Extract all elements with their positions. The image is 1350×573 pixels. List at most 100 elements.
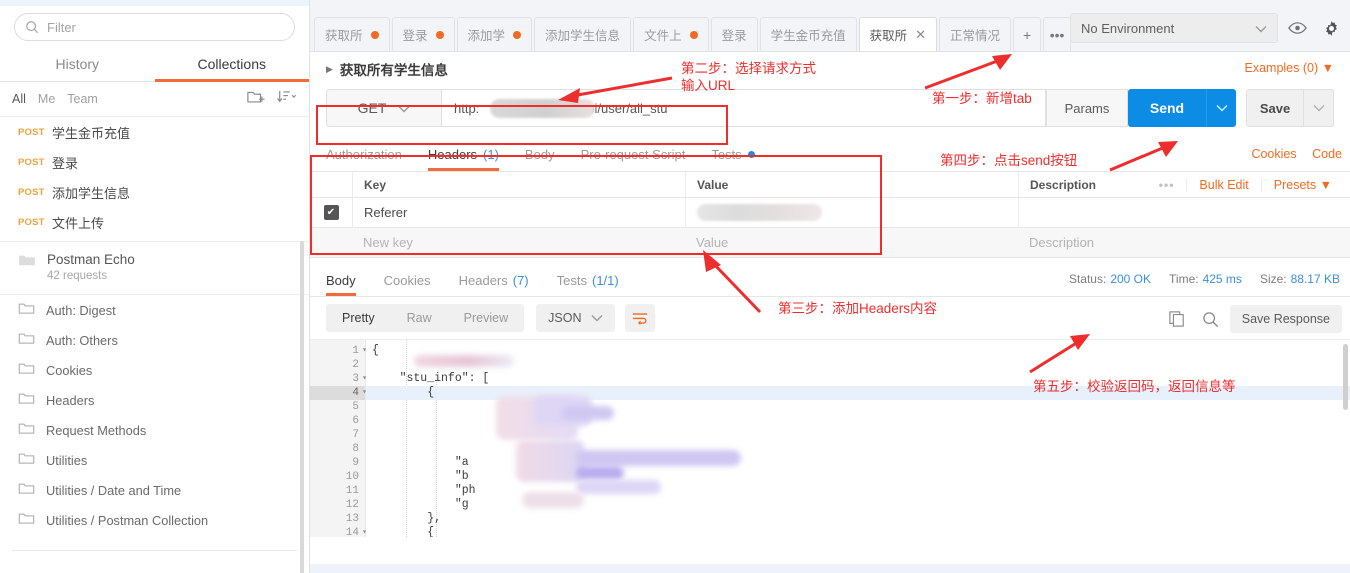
header-description-cell[interactable]: [1018, 197, 1350, 228]
view-mode-preview[interactable]: Preview: [448, 304, 524, 332]
code-link[interactable]: Code: [1312, 147, 1342, 161]
request-section-tabs: Authorization Headers (1) Body Pre-reque…: [310, 138, 1350, 172]
request-tab[interactable]: 添加学生信息: [534, 17, 632, 51]
collection-item-postman-echo[interactable]: Postman Echo 42 requests: [0, 242, 309, 290]
examples-link[interactable]: Examples (0) ▼: [1245, 61, 1335, 75]
filter-area: Filter: [0, 6, 309, 47]
request-tab[interactable]: 学生金币充值: [759, 17, 857, 51]
header-enabled-checkbox[interactable]: ✔: [323, 205, 339, 220]
folder-icon: [18, 301, 35, 320]
request-method: POST: [18, 156, 45, 168]
sidebar-folder-auth-others[interactable]: Auth: Others: [0, 325, 309, 355]
header-key-cell[interactable]: Referer: [352, 197, 685, 228]
tab-pre-request-script[interactable]: Pre-request Script: [581, 138, 686, 171]
params-button[interactable]: Params: [1046, 89, 1128, 127]
tab-label: Cookies: [383, 272, 431, 288]
response-format-select[interactable]: JSON: [536, 304, 616, 332]
cookies-link[interactable]: Cookies: [1251, 147, 1296, 161]
close-icon[interactable]: ✕: [915, 28, 926, 41]
headers-new-row[interactable]: New key Value Description: [310, 228, 1350, 258]
headers-more-icon[interactable]: •••: [1147, 178, 1187, 192]
scope-me[interactable]: Me: [38, 92, 55, 106]
response-tabs: Body Cookies Headers (7) Tests (1/1) Sta…: [310, 264, 1350, 297]
scope-team[interactable]: Team: [67, 92, 98, 106]
sidebar-folder-utilities-date-and-time[interactable]: Utilities / Date and Time: [0, 475, 309, 505]
request-tab[interactable]: 正常情况: [939, 17, 1012, 51]
list-item[interactable]: POST 文件上传: [0, 207, 309, 237]
environment-select[interactable]: No Environment: [1070, 13, 1278, 43]
new-description-input[interactable]: Description: [1018, 235, 1350, 250]
send-button[interactable]: Send: [1128, 89, 1206, 127]
tab-tests[interactable]: Tests: [711, 138, 755, 171]
request-tab[interactable]: 获取所: [314, 17, 390, 51]
request-tab[interactable]: 登录: [710, 17, 758, 51]
sidebar-folder-utilities[interactable]: Utilities: [0, 445, 309, 475]
tab-body[interactable]: Body: [525, 138, 555, 171]
new-tab-button[interactable]: +: [1013, 17, 1042, 51]
response-body-editor[interactable]: 1 ▾ 2 3 ▾ 4 ▾ 5 6 7 8 9 10 11 12 13 14 ▾ {: [310, 339, 1350, 537]
new-key-input[interactable]: New key: [352, 235, 685, 250]
sidebar-folder-auth-digest[interactable]: Auth: Digest: [0, 295, 309, 325]
header-value-cell[interactable]: [685, 197, 1018, 228]
chevron-down-icon: [398, 100, 410, 116]
row-checkbox-cell: ✔: [310, 205, 352, 220]
request-tab[interactable]: 文件上: [633, 17, 709, 51]
tab-headers[interactable]: Headers (1): [427, 138, 499, 171]
new-value-input[interactable]: Value: [685, 235, 1018, 250]
gear-icon[interactable]: [1316, 13, 1346, 43]
sidebar-folder-utilities-postman-collection[interactable]: Utilities / Postman Collection: [0, 505, 309, 535]
sort-icon[interactable]: [277, 89, 297, 109]
send-options-button[interactable]: [1206, 89, 1236, 127]
tab-authorization[interactable]: Authorization: [326, 138, 402, 171]
response-tab-headers[interactable]: Headers (7): [459, 264, 529, 296]
response-tab-tests[interactable]: Tests (1/1): [557, 264, 619, 296]
http-method-select[interactable]: GET: [326, 89, 441, 127]
bulk-edit-link[interactable]: Bulk Edit: [1186, 177, 1260, 192]
line-number-gutter: 1 ▾ 2 3 ▾ 4 ▾ 5 6 7 8 9 10 11 12 13 14 ▾: [310, 340, 367, 537]
sidebar-folder-cookies[interactable]: Cookies: [0, 355, 309, 385]
new-folder-icon[interactable]: [247, 89, 265, 109]
eye-icon[interactable]: [1282, 13, 1312, 43]
sidebar-tabs: History Collections: [0, 47, 309, 82]
sidebar-folder-headers[interactable]: Headers: [0, 385, 309, 415]
tab-more-button[interactable]: •••: [1043, 17, 1072, 51]
tab-history[interactable]: History: [0, 47, 155, 81]
sidebar-scrollbar[interactable]: [300, 241, 304, 573]
time-badge: Time: 425 ms: [1169, 272, 1242, 286]
request-tab[interactable]: 登录: [391, 17, 455, 51]
presets-dropdown[interactable]: Presets ▼: [1260, 177, 1344, 192]
line-number: 7: [352, 429, 359, 441]
save-options-button[interactable]: [1304, 89, 1334, 127]
response-tab-body[interactable]: Body: [326, 264, 356, 296]
request-tab-active[interactable]: 获取所 ✕: [858, 17, 938, 51]
list-item[interactable]: POST 登录: [0, 147, 309, 177]
response-tab-cookies[interactable]: Cookies: [384, 264, 431, 296]
table-row[interactable]: ✔ Referer: [310, 197, 1350, 228]
line-number: 2: [352, 359, 359, 371]
chevron-down-icon: [591, 311, 603, 325]
tab-collections[interactable]: Collections: [154, 47, 310, 82]
copy-icon[interactable]: [1162, 304, 1192, 334]
sidebar-folder-request-methods[interactable]: Request Methods: [0, 415, 309, 445]
word-wrap-icon[interactable]: [625, 304, 656, 332]
code-content[interactable]: { "stu_info": [ { "a "b "ph "g}, {: [366, 340, 1350, 537]
save-button[interactable]: Save: [1246, 89, 1304, 127]
chevron-right-icon[interactable]: ▶: [326, 64, 333, 75]
time-value: 425 ms: [1202, 272, 1242, 286]
scope-all[interactable]: All: [12, 92, 26, 106]
code-line: {: [372, 526, 435, 537]
folder-label: Auth: Others: [46, 332, 118, 348]
view-mode-pretty[interactable]: Pretty: [326, 304, 391, 332]
search-input[interactable]: Filter: [14, 13, 295, 41]
folder-label: Cookies: [46, 362, 93, 378]
presets-label: Presets: [1273, 177, 1317, 192]
list-item[interactable]: POST 添加学生信息: [0, 177, 309, 207]
save-response-button[interactable]: Save Response: [1229, 305, 1342, 333]
list-item[interactable]: POST 学生金币充值: [0, 117, 309, 147]
view-mode-raw[interactable]: Raw: [391, 304, 448, 332]
code-scrollbar[interactable]: [1343, 344, 1348, 410]
request-tab[interactable]: 添加学: [456, 17, 533, 51]
search-icon[interactable]: [1196, 304, 1226, 334]
bottom-strip: [310, 564, 1350, 573]
